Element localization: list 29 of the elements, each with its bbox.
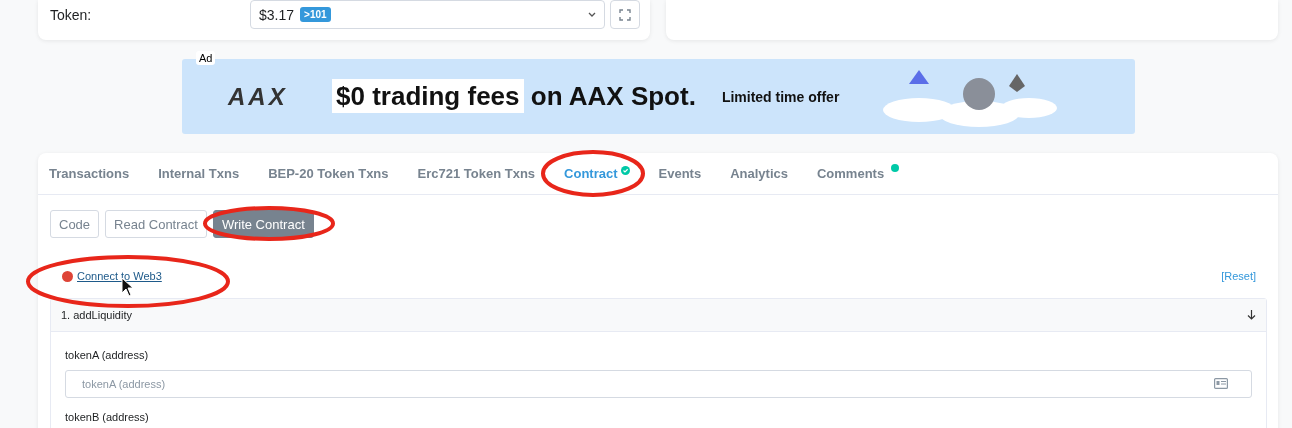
token-count-badge: >101 xyxy=(300,7,331,22)
check-circle-icon xyxy=(620,166,630,175)
tab[interactable]: BEP-20 Token Txns xyxy=(268,166,389,181)
caret-icon xyxy=(588,11,596,18)
expand-icon xyxy=(619,8,631,21)
tab[interactable]: Erc721 Token Txns xyxy=(417,166,536,181)
expand-button[interactable] xyxy=(610,0,640,29)
function-title: 1. addLiquidity xyxy=(61,309,132,321)
reset-link[interactable]: [Reset] xyxy=(1221,270,1256,282)
token-label: Token: xyxy=(50,6,93,25)
status-dot xyxy=(891,164,900,172)
address-input-field[interactable]: tokenA (address) xyxy=(65,370,1252,398)
contract-tab-button[interactable]: Read Contract xyxy=(105,210,207,238)
address-card-icon xyxy=(1214,378,1228,389)
ad-tagline: Limited time offer xyxy=(721,88,840,105)
input-label: tokenA (address) xyxy=(65,349,150,361)
tab[interactable]: Comments xyxy=(817,166,900,181)
contract-tab-button[interactable]: Code xyxy=(50,210,100,238)
tab[interactable]: Analytics xyxy=(730,166,788,181)
tab[interactable]: Internal Txns xyxy=(158,166,240,181)
tab[interactable]: Transactions xyxy=(49,166,130,181)
ad-logo: AAX xyxy=(228,82,289,111)
function-header[interactable]: 1. addLiquidity xyxy=(51,299,1266,332)
tab[interactable]: Events xyxy=(658,166,702,181)
token-value: $3.17 xyxy=(259,6,295,23)
ad-label: Ad xyxy=(196,51,216,65)
token-select[interactable]: $3.17 >101 xyxy=(250,0,605,29)
ad-headline: $0 trading fees on AAX Spot. xyxy=(332,81,696,112)
input-label: tokenB (address) xyxy=(65,411,150,423)
